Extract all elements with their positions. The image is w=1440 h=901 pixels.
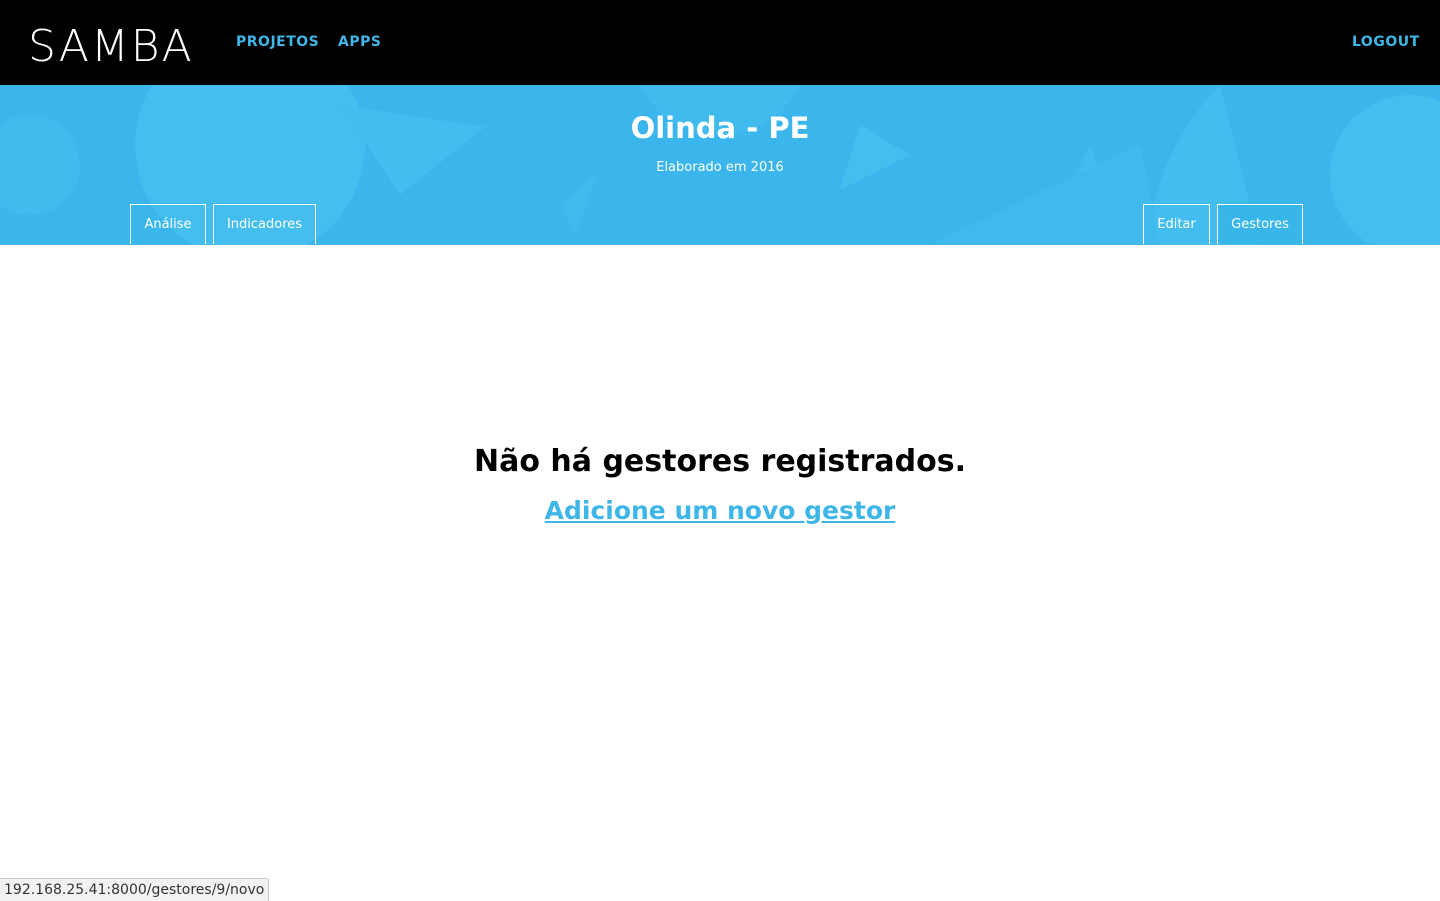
empty-state-message: Não há gestores registrados. (474, 444, 966, 479)
browser-status-url: 192.168.25.41:8000/gestores/9/novo (0, 878, 270, 901)
add-gestor-link[interactable]: Adicione um novo gestor (545, 496, 896, 525)
logout-link[interactable]: LOGOUT (1352, 34, 1420, 50)
nav-projetos-link[interactable]: PROJETOS (236, 34, 319, 50)
top-navbar: SAMBA PROJETOS APPS LOGOUT (0, 0, 1440, 85)
tab-gestores[interactable]: Gestores (1217, 204, 1303, 244)
project-subtitle: Elaborado em 2016 (656, 160, 784, 175)
tab-analise[interactable]: Análise (130, 204, 206, 244)
project-title: Olinda - PE (630, 111, 810, 145)
samba-logo[interactable]: SAMBA (28, 22, 194, 72)
tab-indicadores[interactable]: Indicadores (213, 204, 316, 244)
add-gestor-container: Adicione um novo gestor (0, 496, 1440, 525)
project-header: Olinda - PE Elaborado em 2016 Análise In… (0, 85, 1440, 245)
tab-editar[interactable]: Editar (1143, 204, 1210, 244)
nav-apps-link[interactable]: APPS (338, 34, 381, 50)
